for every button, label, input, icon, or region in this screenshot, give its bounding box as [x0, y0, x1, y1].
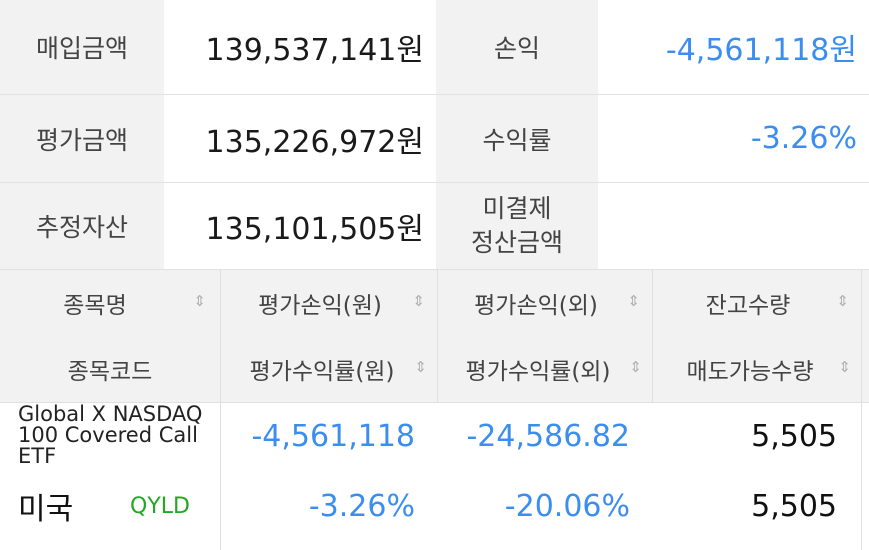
return-rate-value: -3.26%	[598, 95, 869, 182]
header-return-krw-label: 평가수익률(원)	[249, 359, 395, 385]
unsettled-label-line2: 정산금액	[470, 228, 563, 257]
column-divider	[861, 270, 862, 550]
summary-row-eval: 평가금액 135,226,972원 수익률 -3.26%	[0, 95, 869, 183]
eval-amount-label: 평가금액	[0, 95, 164, 182]
unsettled-label-line1: 미결제	[482, 194, 552, 223]
header-pnl-foreign[interactable]: 평가손익(외) ⇕	[438, 270, 652, 336]
header-return-krw[interactable]: 평가수익률(원) ⇕	[221, 336, 437, 402]
return-foreign-value: -20.06%	[504, 488, 630, 524]
table-row-detail[interactable]: 미국 QYLD -3.26% -20.06% 5,505	[0, 472, 869, 540]
purchase-amount-label: 매입금액	[0, 0, 164, 94]
eval-amount-value: 135,226,972원	[164, 95, 436, 182]
summary-row-estimated: 추정자산 135,101,505원 미결제 정산금액	[0, 183, 869, 270]
sellable-qty-value: 5,505	[751, 488, 837, 524]
pnl-label: 손익	[436, 0, 598, 94]
estimated-assets-value: 135,101,505원	[164, 183, 436, 269]
return-rate-label: 수익률	[436, 95, 598, 182]
header-pnl-krw-label: 평가손익(원)	[258, 293, 382, 319]
purchase-amount-value: 139,537,141원	[164, 0, 436, 94]
header-stock-code-label: 종목코드	[67, 359, 153, 385]
unsettled-amount-label: 미결제 정산금액	[436, 183, 598, 269]
header-stock-name-label: 종목명	[63, 293, 127, 319]
column-divider	[652, 270, 653, 402]
stock-code: QYLD	[130, 493, 190, 519]
pnl-foreign-value: -24,586.82	[466, 418, 630, 454]
header-pnl-foreign-label: 평가손익(외)	[474, 293, 598, 319]
table-row[interactable]: Global X NASDAQ 100 Covered Call ETF -4,…	[0, 402, 869, 470]
stock-name[interactable]: Global X NASDAQ 100 Covered Call ETF	[18, 404, 208, 466]
sort-icon: ⇕	[627, 292, 640, 310]
estimated-assets-label: 추정자산	[0, 183, 164, 269]
header-return-foreign[interactable]: 평가수익률(외) ⇕	[438, 336, 652, 402]
sort-icon: ⇕	[193, 292, 206, 310]
header-row-1: 종목명 ⇕ 평가손익(원) ⇕ 평가손익(외) ⇕ 잔고수량 ⇕	[0, 270, 869, 336]
sort-icon: ⇕	[414, 358, 427, 376]
unsettled-amount-value	[598, 183, 869, 269]
sort-icon: ⇕	[838, 358, 851, 376]
holding-qty-value: 5,505	[751, 418, 837, 454]
market-label: 미국	[18, 492, 74, 527]
pnl-value: -4,561,118원	[598, 0, 869, 94]
sort-icon: ⇕	[629, 358, 642, 376]
sort-icon: ⇕	[412, 292, 425, 310]
header-sellable-qty[interactable]: 매도가능수량 ⇕	[653, 336, 861, 402]
header-pnl-krw[interactable]: 평가손익(원) ⇕	[221, 270, 437, 336]
pnl-krw-value: -4,561,118	[251, 418, 415, 454]
summary-row-purchase: 매입금액 139,537,141원 손익 -4,561,118원	[0, 0, 869, 95]
column-divider	[437, 270, 438, 402]
column-divider	[220, 270, 221, 550]
row-divider	[0, 402, 869, 403]
return-krw-value: -3.26%	[308, 488, 415, 524]
header-stock-name[interactable]: 종목명 ⇕	[0, 270, 220, 336]
sort-icon: ⇕	[836, 292, 849, 310]
header-holding-qty[interactable]: 잔고수량 ⇕	[653, 270, 861, 336]
header-row-2: 종목코드 평가수익률(원) ⇕ 평가수익률(외) ⇕ 매도가능수량 ⇕	[0, 336, 869, 402]
header-return-foreign-label: 평가수익률(외)	[465, 359, 611, 385]
header-holding-qty-label: 잔고수량	[705, 293, 791, 319]
header-sellable-qty-label: 매도가능수량	[686, 359, 814, 385]
header-stock-code: 종목코드	[0, 336, 220, 402]
